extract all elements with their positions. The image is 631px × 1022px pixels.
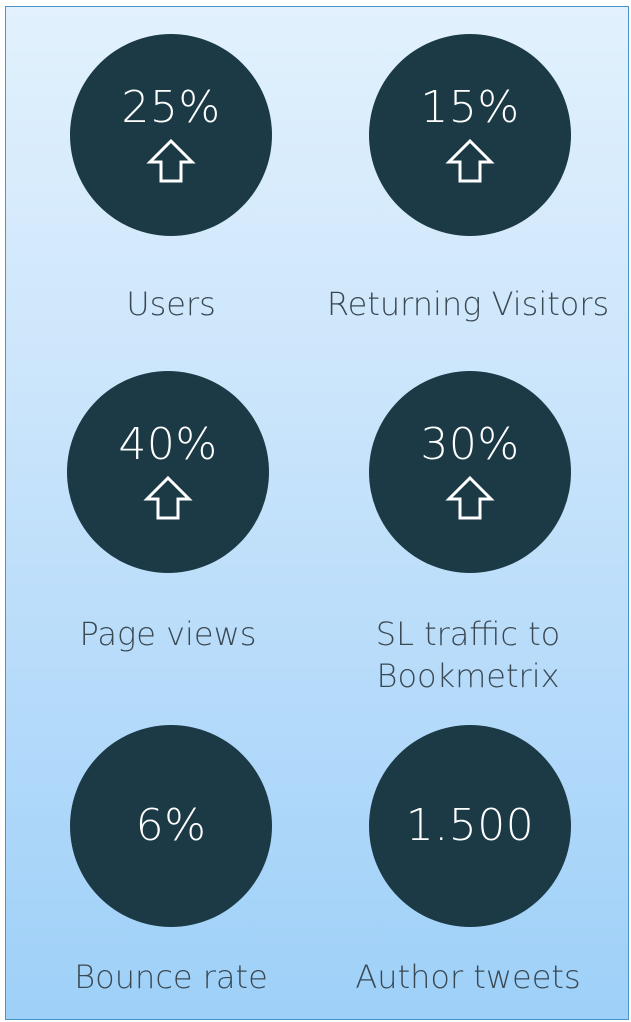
users-metric-circle: 25%	[70, 34, 272, 236]
author-tweets-metric-label: Author tweets	[355, 958, 581, 996]
stats-panel: 25% Users 15% Returning Visitors 40% Pag…	[5, 6, 629, 1020]
returning-visitors-metric-label: Returning Visitors	[326, 285, 610, 323]
bounce-rate-metric-circle: 6%	[70, 725, 272, 927]
sl-traffic-metric-circle: 30%	[369, 371, 571, 573]
author-tweets-metric-value: 1.500	[405, 800, 535, 851]
bounce-rate-metric-value: 6%	[135, 800, 207, 851]
sl-traffic-metric-label: SL traffic to Bookmetrix	[318, 613, 618, 697]
returning-visitors-metric-circle: 15%	[369, 34, 571, 236]
users-metric-label: Users	[126, 285, 216, 323]
bounce-rate-metric-label: Bounce rate	[74, 958, 268, 996]
page-views-metric-label: Page views	[79, 615, 257, 653]
author-tweets-metric-circle: 1.500	[369, 725, 571, 927]
returning-visitors-metric-value: 15%	[420, 82, 520, 133]
users-metric-value: 25%	[121, 82, 221, 133]
up-arrow-icon	[445, 138, 495, 183]
sl-traffic-label-line1: SL traffic to	[375, 615, 561, 653]
up-arrow-icon	[445, 475, 495, 520]
up-arrow-icon	[143, 475, 193, 520]
page-views-metric-value: 40%	[118, 419, 218, 470]
up-arrow-icon	[146, 138, 196, 183]
sl-traffic-label-line2: Bookmetrix	[376, 657, 560, 695]
page-views-metric-circle: 40%	[67, 371, 269, 573]
sl-traffic-metric-value: 30%	[420, 419, 520, 470]
